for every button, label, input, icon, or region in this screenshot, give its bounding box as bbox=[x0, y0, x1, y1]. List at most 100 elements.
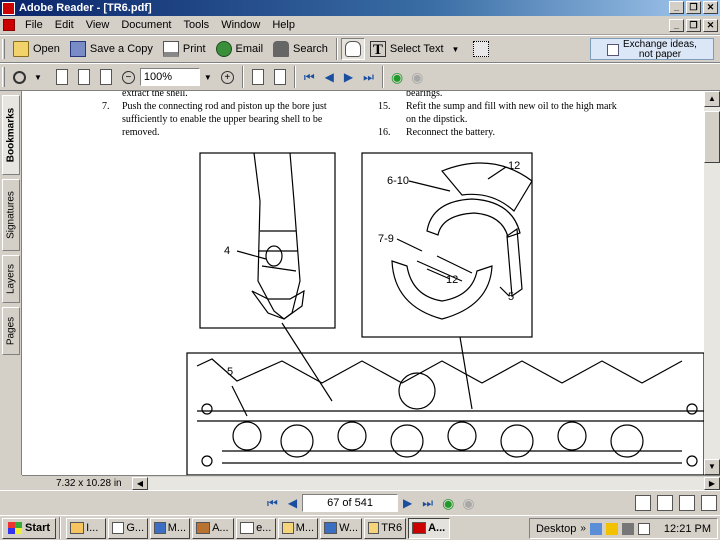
main-bearing-journals bbox=[232, 421, 644, 458]
speaker-icon[interactable] bbox=[605, 522, 618, 535]
hand-icon bbox=[344, 41, 361, 57]
scroll-thumb[interactable] bbox=[704, 111, 720, 163]
continuous-layout-icon[interactable] bbox=[657, 495, 673, 511]
email-button[interactable]: Email bbox=[211, 38, 269, 60]
horizontal-scrollbar[interactable]: ◀ ▶ bbox=[132, 476, 720, 490]
fit-page-button[interactable] bbox=[73, 66, 95, 88]
actual-size-button[interactable] bbox=[51, 66, 73, 88]
menu-window[interactable]: Window bbox=[215, 19, 266, 31]
close-button[interactable]: ✕ bbox=[703, 1, 718, 14]
label-7-9: 7-9 bbox=[378, 233, 394, 245]
go-forward-icon[interactable]: ◉ bbox=[407, 69, 427, 86]
rotate-clockwise-button[interactable] bbox=[247, 66, 269, 88]
first-page-icon[interactable]: ⏮ bbox=[299, 70, 320, 85]
tab-pages[interactable]: Pages bbox=[2, 307, 20, 355]
menu-view[interactable]: View bbox=[80, 19, 116, 31]
document-view[interactable]: extract the shell. 7. Push the connectin… bbox=[22, 91, 704, 475]
menu-document[interactable]: Document bbox=[115, 19, 177, 31]
exchange-ideas-button[interactable]: Exchange ideas, not paper bbox=[590, 38, 714, 60]
restore-button[interactable]: ❐ bbox=[686, 1, 701, 14]
zoom-input[interactable]: 100% bbox=[139, 68, 200, 86]
exchange-line2: not paper bbox=[638, 48, 682, 60]
previous-page-icon[interactable]: ◀ bbox=[320, 70, 339, 84]
menu-help[interactable]: Help bbox=[266, 19, 301, 31]
desktop-toolbar-label[interactable]: Desktop bbox=[536, 523, 576, 535]
vertical-scrollbar[interactable]: ▲ ▼ bbox=[704, 91, 720, 475]
next-page-icon[interactable]: ▶ bbox=[339, 70, 358, 84]
fit-width-button[interactable] bbox=[95, 66, 117, 88]
select-text-button[interactable]: T Select Text ▼ bbox=[365, 38, 469, 60]
rotate-counterclockwise-button[interactable] bbox=[269, 66, 291, 88]
taskbar-item-6[interactable]: M... bbox=[278, 517, 319, 539]
scroll-right-icon[interactable]: ▶ bbox=[704, 476, 720, 490]
taskbar-item-1[interactable]: I... bbox=[66, 517, 107, 539]
hand-tool-button[interactable] bbox=[340, 38, 365, 60]
rod-big-end bbox=[391, 260, 493, 320]
zoom-out-button[interactable]: − bbox=[117, 66, 140, 88]
network-icon[interactable] bbox=[589, 522, 602, 535]
previous-page-button-icon[interactable]: ◀ bbox=[283, 496, 302, 510]
floppy-icon bbox=[69, 41, 86, 57]
mail-icon[interactable] bbox=[637, 522, 650, 535]
go-back-icon[interactable]: ◉ bbox=[387, 69, 407, 86]
camshaft-bore bbox=[398, 372, 436, 410]
minimize-button[interactable]: _ bbox=[669, 1, 684, 14]
taskbar-item-adobe[interactable]: A... bbox=[408, 517, 451, 539]
folder-icon bbox=[282, 522, 294, 534]
zoom-dropdown-icon[interactable]: ▼ bbox=[200, 73, 216, 82]
label-12-lower: 12 bbox=[446, 274, 459, 286]
tab-signatures[interactable]: Signatures bbox=[2, 179, 20, 251]
taskbar-item-5[interactable]: e... bbox=[236, 517, 277, 539]
doc-close-button[interactable]: ✕ bbox=[703, 19, 718, 32]
previous-view-icon[interactable]: ◉ bbox=[438, 495, 458, 512]
chevron-down-icon[interactable]: ▼ bbox=[448, 45, 464, 54]
toolbar-grip[interactable] bbox=[2, 39, 5, 59]
scroll-up-icon[interactable]: ▲ bbox=[704, 91, 720, 107]
start-button[interactable]: Start bbox=[2, 517, 57, 539]
taskbar-item-7[interactable]: W... bbox=[320, 517, 363, 539]
zoom-in-button[interactable]: + bbox=[216, 66, 239, 88]
tab-layers[interactable]: Layers bbox=[2, 255, 20, 303]
taskbar-item-2[interactable]: G... bbox=[108, 517, 149, 539]
search-button[interactable]: Search bbox=[268, 38, 333, 60]
printer-icon bbox=[162, 41, 179, 57]
facing-layout-icon[interactable] bbox=[679, 495, 695, 511]
next-view-icon[interactable]: ◉ bbox=[458, 495, 478, 512]
scroll-down-icon[interactable]: ▼ bbox=[704, 459, 720, 475]
navigation-pane-tabs: Bookmarks Signatures Layers Pages bbox=[0, 91, 22, 475]
page-number-field[interactable]: 67 of 541 bbox=[302, 494, 399, 512]
menu-tools[interactable]: Tools bbox=[178, 19, 216, 31]
first-page-button-icon[interactable]: ⏮ bbox=[262, 496, 283, 511]
tab-bookmarks[interactable]: Bookmarks bbox=[2, 95, 20, 175]
page-size-readout: 7.32 x 10.28 in bbox=[56, 477, 122, 489]
plus-icon: + bbox=[220, 70, 234, 84]
monitor-icon[interactable] bbox=[621, 522, 634, 535]
mail-icon bbox=[240, 522, 255, 534]
single-page-layout-icon[interactable] bbox=[635, 495, 651, 511]
taskbar-item-tr6-folder[interactable]: TR6 bbox=[364, 517, 407, 539]
menu-file[interactable]: File bbox=[19, 19, 49, 31]
taskbar-item-4[interactable]: A... bbox=[192, 517, 235, 539]
menu-edit[interactable]: Edit bbox=[49, 19, 80, 31]
next-page-button-icon[interactable]: ▶ bbox=[398, 496, 417, 510]
clock[interactable]: 12:21 PM bbox=[664, 523, 711, 535]
continuous-facing-layout-icon[interactable] bbox=[701, 495, 717, 511]
zoom-tool-button[interactable]: ▼ bbox=[8, 66, 51, 88]
document-icon[interactable] bbox=[3, 19, 15, 31]
last-page-button-icon[interactable]: ⏭ bbox=[417, 496, 438, 511]
print-button[interactable]: Print bbox=[158, 38, 211, 60]
folder-icon bbox=[368, 522, 380, 534]
chevron-right-icon[interactable]: » bbox=[580, 523, 586, 534]
print-label: Print bbox=[182, 43, 206, 55]
doc-minimize-button[interactable]: _ bbox=[669, 19, 684, 32]
toolbar-grip[interactable] bbox=[2, 67, 5, 87]
taskbar-item-3[interactable]: M... bbox=[150, 517, 191, 539]
last-page-icon[interactable]: ⏭ bbox=[358, 70, 379, 85]
snapshot-button[interactable] bbox=[468, 38, 494, 60]
chevron-down-icon[interactable]: ▼ bbox=[30, 73, 46, 82]
doc-restore-button[interactable]: ❐ bbox=[686, 19, 701, 32]
document-swap-icon bbox=[607, 43, 620, 56]
scroll-left-icon[interactable]: ◀ bbox=[132, 476, 148, 490]
open-button[interactable]: Open bbox=[8, 38, 65, 60]
save-copy-button[interactable]: Save a Copy bbox=[65, 38, 158, 60]
